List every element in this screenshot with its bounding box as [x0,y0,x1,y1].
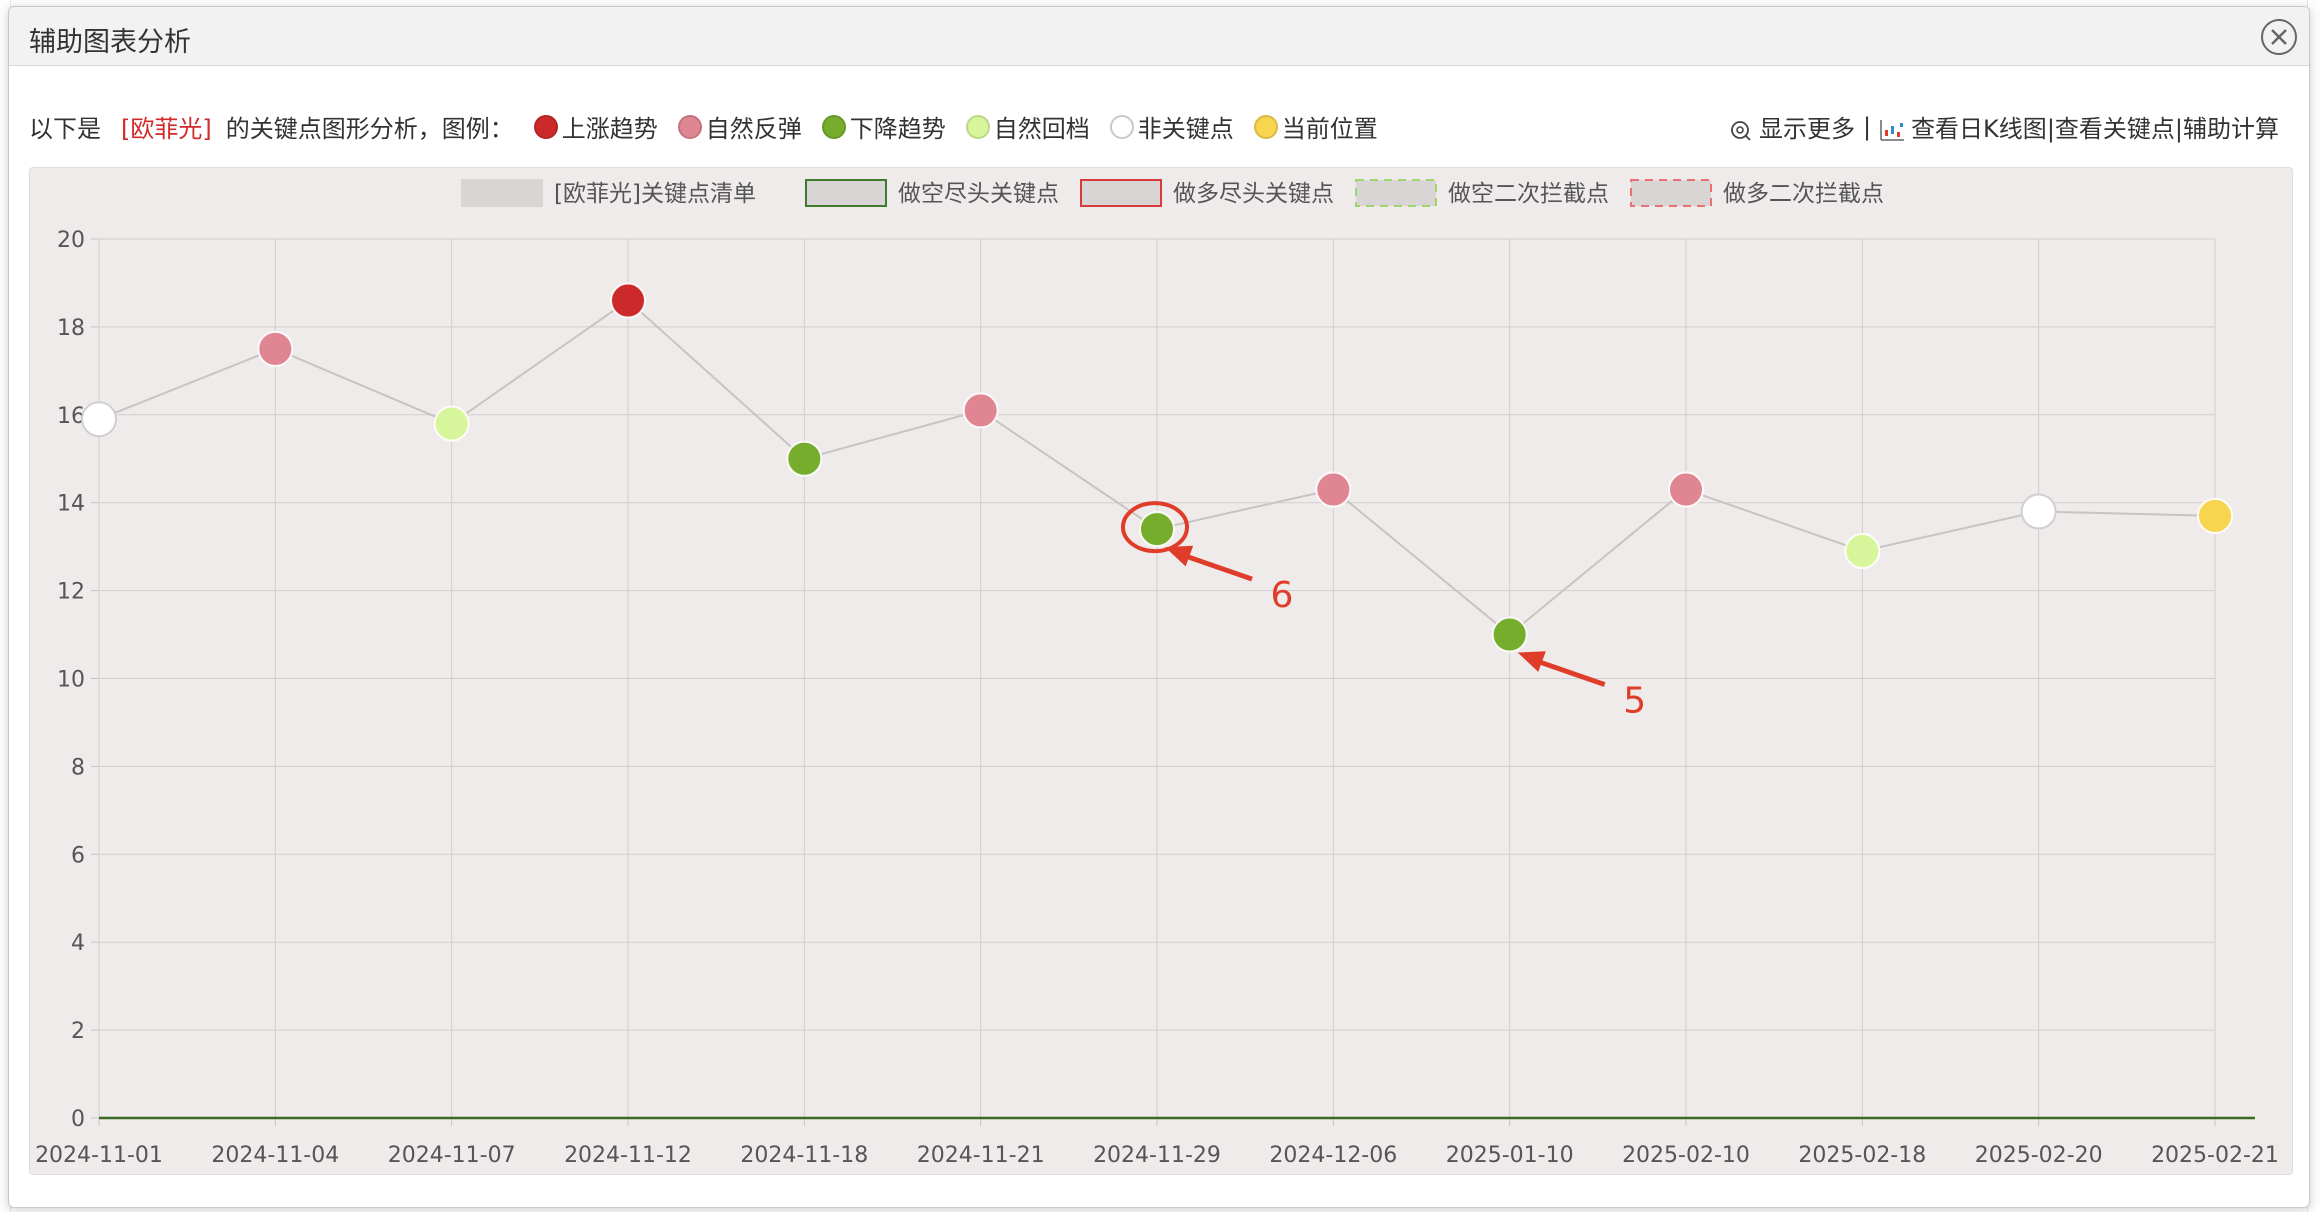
annotation-label-1: 5 [1623,681,1646,722]
y-tick-label: 18 [57,316,85,341]
legend-label-0: 上涨趋势 [561,115,658,143]
yellow-dot-icon [1253,114,1278,139]
x-tick-label: 2025-02-21 [2151,1143,2279,1168]
x-tick-label: 2025-01-10 [1446,1143,1574,1168]
legend-label-5: 当前位置 [1281,115,1378,143]
green-dot-icon [821,114,846,139]
y-tick-label: 2 [71,1019,85,1044]
x-tick-label: 2025-02-10 [1622,1143,1750,1168]
x-tick-label: 2024-11-21 [917,1143,1045,1168]
show-more-icon [1731,121,1751,141]
x-tick-label: 2024-11-01 [35,1143,163,1168]
show-more-label: 显示更多 [1758,115,1855,143]
legend-label-2: 下降趋势 [849,115,946,143]
y-tick-label: 0 [71,1107,85,1132]
y-tick-label: 16 [57,404,85,429]
show-more-link[interactable]: 显示更多 [1729,109,1855,144]
info-text: 以下是 [欧菲光] 的关键点图形分析，图例： 上涨趋势 自然反弹 下降趋势 自然回档 非关键点… [29,109,1384,144]
y-tick-label: 12 [57,580,85,605]
series-legend-swatch-0 [461,179,543,207]
annotation-arrowhead-1 [1517,651,1546,672]
aux-chart-dialog: 辅助图表分析 以下是 [欧菲光] 的关键点图形分析，图例： 上涨趋势 自然反弹 下降趋势 自… [8,6,2310,1208]
link-separator: | [1862,112,1872,141]
series-legend-label-3: 做空二次拦截点 [1448,181,1609,207]
keypoint-1 [257,330,294,367]
keypoint-3 [610,282,646,319]
stock-name: [欧菲光] [121,115,212,143]
keypoint-0 [81,401,117,438]
y-tick-label: 20 [57,228,85,253]
keypoint-5 [962,392,999,429]
close-icon[interactable] [2259,17,2299,57]
keypoint-4 [786,440,823,477]
info-suffix: 的关键点图形分析，图例： [225,115,514,143]
series-legend-label-2: 做多尽头关键点 [1173,181,1334,207]
keypoint-8 [1491,616,1528,653]
keypoint-9 [1668,471,1704,508]
white-dot-icon [1109,114,1134,139]
x-tick-label: 2024-11-07 [388,1143,516,1168]
info-prefix: 以下是 [29,115,101,143]
x-tick-label: 2024-11-29 [1093,1143,1221,1168]
y-tick-label: 10 [57,668,85,693]
legend-label-3: 自然回档 [993,115,1090,143]
keypoint-2 [433,405,470,442]
series-legend-label-4: 做多二次拦截点 [1723,181,1884,207]
annotation-label-0: 6 [1271,575,1294,616]
toolbar-links: 显示更多 | 查看日K线图 |查看关键点|辅助计算 [1729,109,2279,144]
series-legend-swatch-4 [1630,179,1712,207]
light-green-dot-icon [965,114,990,139]
series-legend-swatch-1 [805,179,887,207]
keypoint-10 [1844,533,1881,570]
series-legend-swatch-2 [1080,179,1162,207]
aux-calc-link[interactable]: |辅助计算 [2175,109,2279,144]
view-keypoints-link[interactable]: |查看关键点 [2047,109,2175,144]
keypoint-line-chart: [欧菲光]关键点清单 做空尽头关键点 做多尽头关键点 做空二次拦截点 做多二次拦截点 0 2… [35,179,2279,1168]
x-tick-label: 2024-11-18 [740,1143,868,1168]
pink-dot-icon [677,114,702,139]
x-tick-label: 2025-02-20 [1975,1143,2103,1168]
legend-label-4: 非关键点 [1137,115,1234,143]
series-legend-label-0: [欧菲光]关键点清单 [554,181,756,207]
x-tick-label: 2024-11-04 [211,1143,339,1168]
legend-label-1: 自然反弹 [705,115,802,143]
series-legend-label-1: 做空尽头关键点 [898,181,1059,207]
keypoint-6 [1139,511,1175,548]
x-tick-label: 2024-11-12 [564,1143,692,1168]
candlestick-chart-icon [1880,120,1905,141]
x-tick-label: 2024-12-06 [1269,1143,1397,1168]
color-legend: 上涨趋势 自然反弹 下降趋势 自然回档 非关键点 当前位置 [520,112,1384,143]
legend-info-row: 以下是 [欧菲光] 的关键点图形分析，图例： 上涨趋势 自然反弹 下降趋势 自然回档 非关键点… [9,99,2309,145]
annotation-arrowhead-0 [1165,545,1194,567]
y-tick-label: 6 [71,843,85,868]
x-tick-label: 2025-02-18 [1798,1143,1926,1168]
dialog-titlebar: 辅助图表分析 [9,7,2309,66]
dark-red-dot-icon [533,114,558,139]
keypoint-12 [2197,497,2233,534]
keypoint-7 [1315,471,1352,508]
dialog-title: 辅助图表分析 [29,27,191,58]
y-tick-label: 8 [71,755,85,780]
y-tick-label: 14 [57,492,85,517]
series-legend-swatch-3 [1355,179,1437,207]
view-k-chart-link[interactable]: 查看日K线图 [1879,109,2047,144]
y-tick-label: 4 [71,931,85,956]
chart-panel: [欧菲光]关键点清单 做空尽头关键点 做多尽头关键点 做空二次拦截点 做多二次拦截点 0 2… [29,167,2293,1175]
view-k-chart-label: 查看日K线图 [1911,115,2047,143]
keypoint-11 [2020,493,2057,530]
